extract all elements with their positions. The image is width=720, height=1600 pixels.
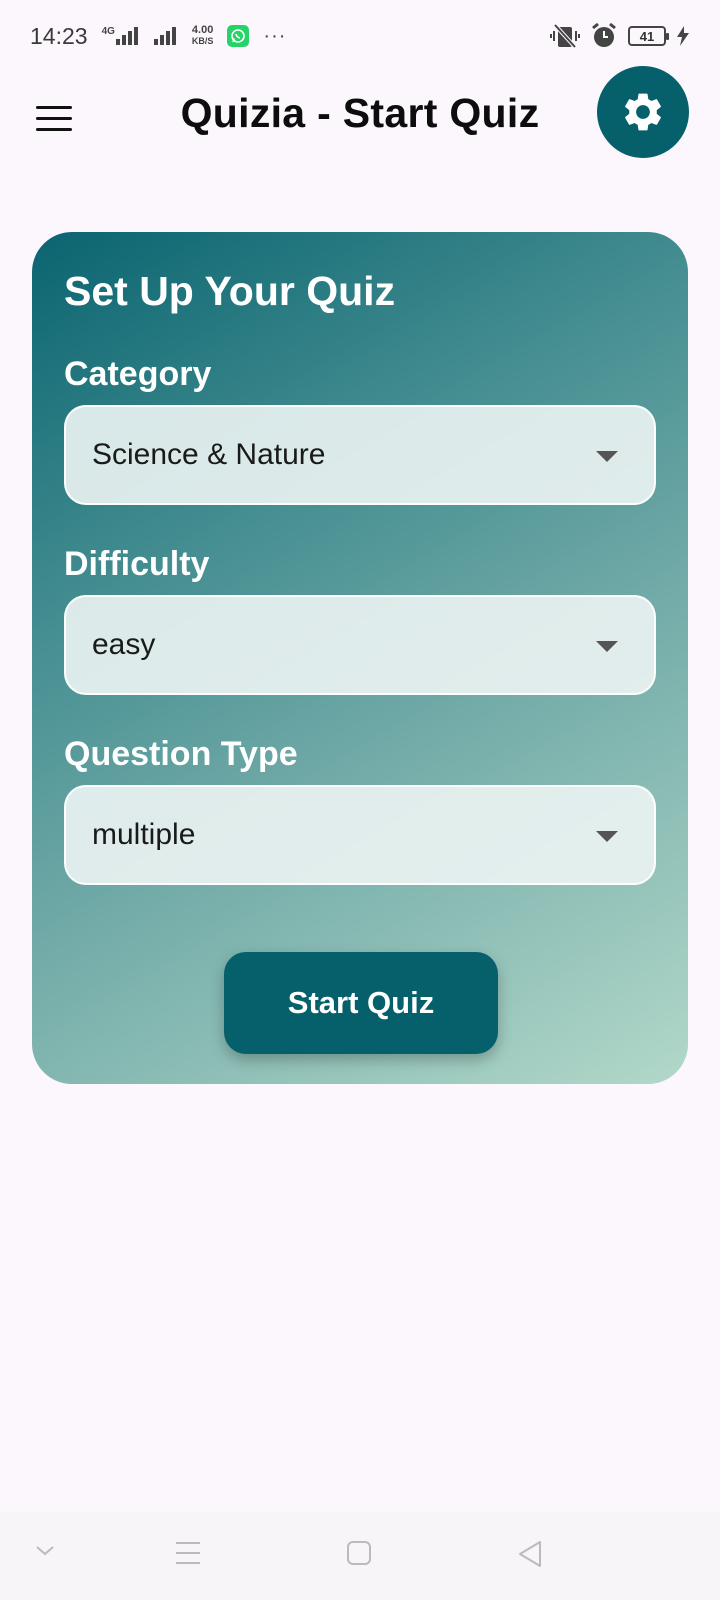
status-time: 14:23 bbox=[30, 22, 88, 49]
difficulty-label: Difficulty bbox=[64, 545, 210, 583]
alarm-icon bbox=[592, 22, 616, 47]
battery-icon: 41 bbox=[628, 26, 669, 46]
status-left: 14:23 4G 4.00 KB/S ··· bbox=[30, 23, 286, 50]
question-type-value: multiple bbox=[92, 818, 196, 851]
question-type-dropdown[interactable]: multiple bbox=[64, 785, 656, 885]
category-value: Science & Nature bbox=[92, 438, 326, 471]
question-type-label: Question Type bbox=[64, 735, 298, 773]
signal-4g-icon: 4G bbox=[102, 27, 140, 45]
battery-level: 41 bbox=[639, 28, 655, 44]
card-title: Set Up Your Quiz bbox=[64, 268, 396, 314]
whatsapp-icon bbox=[227, 25, 250, 47]
caret-down-icon bbox=[596, 831, 618, 842]
vibrate-mute-icon bbox=[550, 23, 580, 49]
category-label: Category bbox=[64, 355, 212, 393]
signal-bars-icon bbox=[115, 27, 138, 45]
gear-icon bbox=[625, 93, 661, 131]
caret-down-icon bbox=[596, 641, 618, 652]
caret-down-icon bbox=[596, 451, 618, 462]
status-right: 41 bbox=[550, 22, 690, 50]
more-notifications-icon: ··· bbox=[263, 24, 287, 47]
settings-button[interactable] bbox=[597, 66, 689, 158]
network-label: 4G bbox=[101, 26, 115, 37]
start-quiz-button[interactable]: Start Quiz bbox=[224, 952, 498, 1054]
difficulty-dropdown[interactable]: easy bbox=[64, 595, 656, 695]
menu-lines-icon[interactable] bbox=[174, 1540, 202, 1571]
signal-bars-2-icon bbox=[153, 27, 176, 45]
speed-value: 4.00 bbox=[191, 24, 214, 36]
system-nav-bar bbox=[0, 1512, 720, 1600]
square-home-icon[interactable] bbox=[346, 1540, 372, 1571]
network-speed: 4.00 KB/S bbox=[192, 25, 214, 47]
charging-icon bbox=[677, 26, 689, 46]
difficulty-value: easy bbox=[92, 628, 156, 661]
speed-unit: KB/S bbox=[191, 36, 214, 46]
quiz-setup-card: Set Up Your Quiz Category Science & Natu… bbox=[32, 232, 688, 1084]
status-bar: 14:23 4G 4.00 KB/S ··· 41 bbox=[0, 0, 720, 72]
triangle-back-icon[interactable] bbox=[516, 1540, 544, 1573]
app-bar: Quizia - Start Quiz bbox=[0, 66, 720, 172]
category-dropdown[interactable]: Science & Nature bbox=[64, 405, 656, 505]
chevron-down-icon[interactable] bbox=[34, 1544, 56, 1563]
